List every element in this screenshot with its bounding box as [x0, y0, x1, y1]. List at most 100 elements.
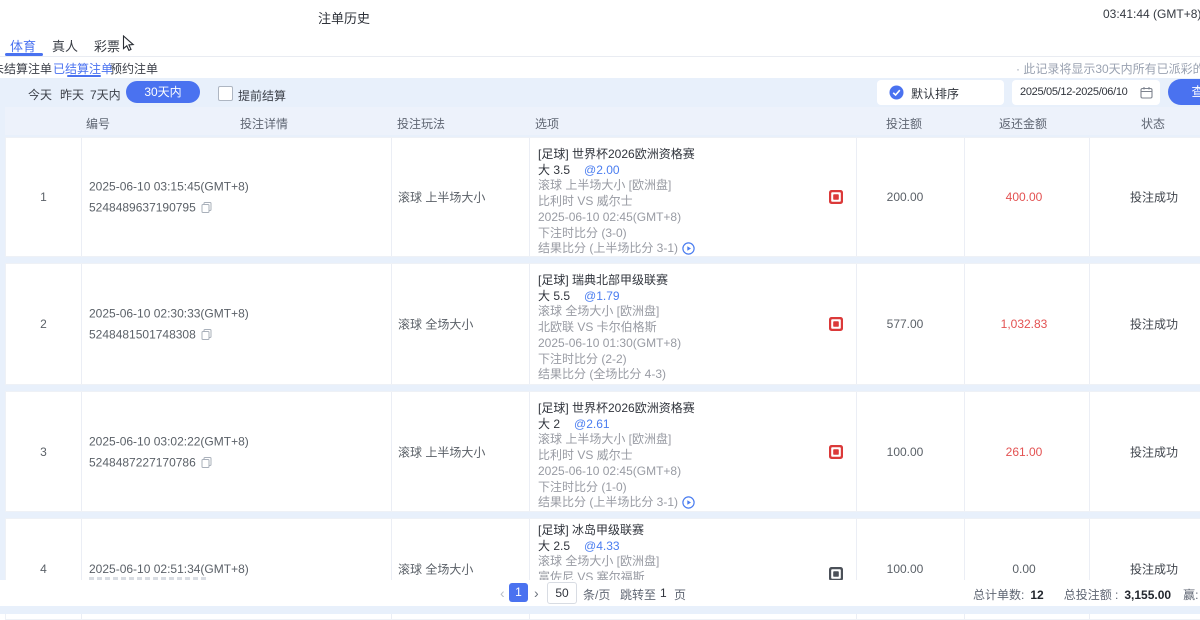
col-header-amount: 投注额	[850, 115, 958, 132]
order-number: 5248487227170786	[89, 455, 196, 469]
play-type: 滚球 上半场大小	[398, 189, 485, 206]
row-number: 3	[6, 445, 81, 459]
copy-icon[interactable]	[201, 202, 212, 214]
bet-amount: 577.00	[851, 317, 959, 331]
bet-time: 2025-06-10 02:51:34(GMT+8)	[89, 562, 249, 576]
order-number: 5248489637190795	[89, 201, 196, 215]
bet-detail-cell: 2025-06-10 03:02:22(GMT+8) 5248487227170…	[89, 434, 249, 469]
default-sort-button[interactable]: 默认排序	[877, 80, 1004, 105]
bet-detail-cell: 2025-06-10 02:51:34(GMT+8)	[89, 562, 249, 576]
tab-lottery[interactable]: 彩票	[94, 36, 120, 55]
bottom-strip	[0, 606, 1200, 614]
bet-status: 投注成功	[1089, 316, 1200, 333]
jump-page-input[interactable]: 1	[660, 586, 667, 600]
copy-icon[interactable]	[201, 329, 212, 341]
page-unit-label: 页	[674, 586, 686, 603]
bet-status: 投注成功	[1089, 561, 1200, 578]
row-number: 4	[6, 562, 81, 576]
active-subtab-indicator	[67, 75, 101, 77]
option-cell: [足球] 冰岛甲级联赛 大 2.5@4.33 滚球 全场大小 [欧洲盘] 富佐尼…	[538, 523, 659, 586]
play-type: 滚球 全场大小	[398, 316, 473, 333]
date-range-picker[interactable]: 2025/05/12-2025/06/10	[1012, 80, 1160, 105]
main-tabs-bar	[0, 30, 1200, 57]
records-notice: · 此记录将显示30天内所有已派彩的注单	[1016, 60, 1200, 77]
option-cell: [足球] 瑞典北部甲级联赛 大 5.5@1.79 滚球 全场大小 [欧洲盘] 北…	[538, 273, 681, 383]
filter-yesterday[interactable]: 昨天	[60, 86, 84, 103]
per-page-label: 条/页	[583, 586, 610, 603]
league-name: [足球] 世界杯2026欧洲资格赛	[538, 401, 695, 417]
score-result: 结果比分 (全场比分 4-3)	[538, 367, 681, 383]
market: 滚球 全场大小 [欧洲盘]	[538, 554, 659, 570]
option-cell: [足球] 世界杯2026欧洲资格赛 大 2 @2.61 滚球 上半场大小 [欧洲盘…	[538, 401, 695, 511]
total-count: 12	[1030, 588, 1043, 602]
filter-30days-active[interactable]: 30天内	[126, 81, 200, 103]
total-stake-label: 总投注额 :	[1064, 588, 1119, 602]
date-range-value: 2025/05/12-2025/06/10	[1020, 86, 1127, 98]
replay-icon[interactable]	[682, 496, 695, 509]
odds: @4.33	[584, 539, 620, 553]
bet-time: 2025-06-10 03:02:22(GMT+8)	[89, 434, 249, 448]
filter-today[interactable]: 今天	[28, 86, 52, 103]
row-number: 2	[6, 317, 81, 331]
teams: 比利时 VS 威尔士	[538, 194, 695, 210]
payout-amount: 261.00	[959, 445, 1089, 459]
pick: 大 2	[538, 417, 560, 431]
jump-to-label: 跳转至	[620, 586, 656, 603]
bet-time: 2025-06-10 02:30:33(GMT+8)	[89, 307, 249, 321]
market: 滚球 全场大小 [欧洲盘]	[538, 304, 681, 320]
bet-detail-cell: 2025-06-10 03:15:45(GMT+8) 5248489637190…	[89, 180, 249, 215]
early-settle-checkbox[interactable]	[218, 86, 233, 101]
summary-totals: 总计单数:12总投注额 :3,155.00赢:2251.41	[973, 586, 1200, 603]
league-name: [足球] 世界杯2026欧洲资格赛	[538, 147, 695, 163]
match-badge-icon	[829, 317, 843, 331]
filter-7days[interactable]: 7天内	[90, 86, 121, 103]
bet-status: 投注成功	[1089, 443, 1200, 460]
pick: 大 5.5	[538, 289, 570, 303]
match-time: 2025-06-10 02:45(GMT+8)	[538, 464, 695, 480]
bet-row: 1 2025-06-10 03:15:45(GMT+8) 52484896371…	[5, 137, 1200, 257]
col-header-detail: 投注详情	[240, 115, 288, 132]
page-size-input[interactable]: 50	[547, 582, 577, 604]
teams: 北欧联 VS 卡尔伯格斯	[538, 320, 681, 336]
bet-amount: 100.00	[851, 562, 959, 576]
col-header-payout: 返还金额	[958, 115, 1088, 132]
search-button[interactable]: 查询	[1168, 79, 1200, 105]
bet-time: 2025-06-10 03:15:45(GMT+8)	[89, 180, 249, 194]
subtab-unsettled[interactable]: 未结算注单	[0, 60, 52, 77]
row-number: 1	[6, 190, 81, 204]
pick: 大 2.5	[538, 539, 570, 553]
match-badge-icon	[829, 445, 843, 459]
odds: @2.61	[574, 417, 610, 431]
check-circle-icon	[889, 85, 904, 100]
col-header-status: 状态	[1088, 115, 1200, 132]
current-page-button[interactable]: 1	[509, 583, 528, 602]
match-badge-icon	[829, 190, 843, 204]
table-header-row: 编号 投注详情 投注玩法 选项 投注额 返还金额 状态	[5, 107, 1200, 135]
server-clock: 03:41:44 (GMT+8)	[1103, 7, 1200, 21]
total-count-label: 总计单数:	[973, 588, 1024, 602]
score-result: 结果比分 (上半场比分 3-1)	[538, 241, 678, 255]
col-header-no: 编号	[86, 115, 110, 132]
total-win-label: 赢:	[1183, 588, 1198, 602]
col-header-play: 投注玩法	[397, 115, 445, 132]
market: 滚球 上半场大小 [欧洲盘]	[538, 432, 695, 448]
odds: @2.00	[584, 163, 620, 177]
page-title: 注单历史	[318, 8, 370, 27]
copy-icon[interactable]	[201, 456, 212, 468]
calendar-icon	[1140, 86, 1153, 99]
league-name: [足球] 冰岛甲级联赛	[538, 523, 659, 539]
score-result: 结果比分 (上半场比分 3-1)	[538, 495, 678, 509]
score-at-bet: 下注时比分 (3-0)	[538, 226, 695, 242]
mouse-cursor-icon	[122, 35, 137, 52]
replay-icon[interactable]	[682, 242, 695, 255]
subtab-reserved[interactable]: 预约注单	[110, 60, 158, 77]
next-page-icon[interactable]: ›	[534, 585, 539, 601]
payout-amount: 0.00	[959, 562, 1089, 576]
payout-amount: 400.00	[959, 190, 1089, 204]
early-settle-label[interactable]: 提前结算	[238, 87, 286, 104]
match-time: 2025-06-10 02:45(GMT+8)	[538, 210, 695, 226]
tab-live[interactable]: 真人	[52, 36, 78, 55]
active-tab-indicator	[5, 53, 43, 56]
league-name: [足球] 瑞典北部甲级联赛	[538, 273, 681, 289]
prev-page-icon[interactable]: ‹	[500, 585, 505, 601]
